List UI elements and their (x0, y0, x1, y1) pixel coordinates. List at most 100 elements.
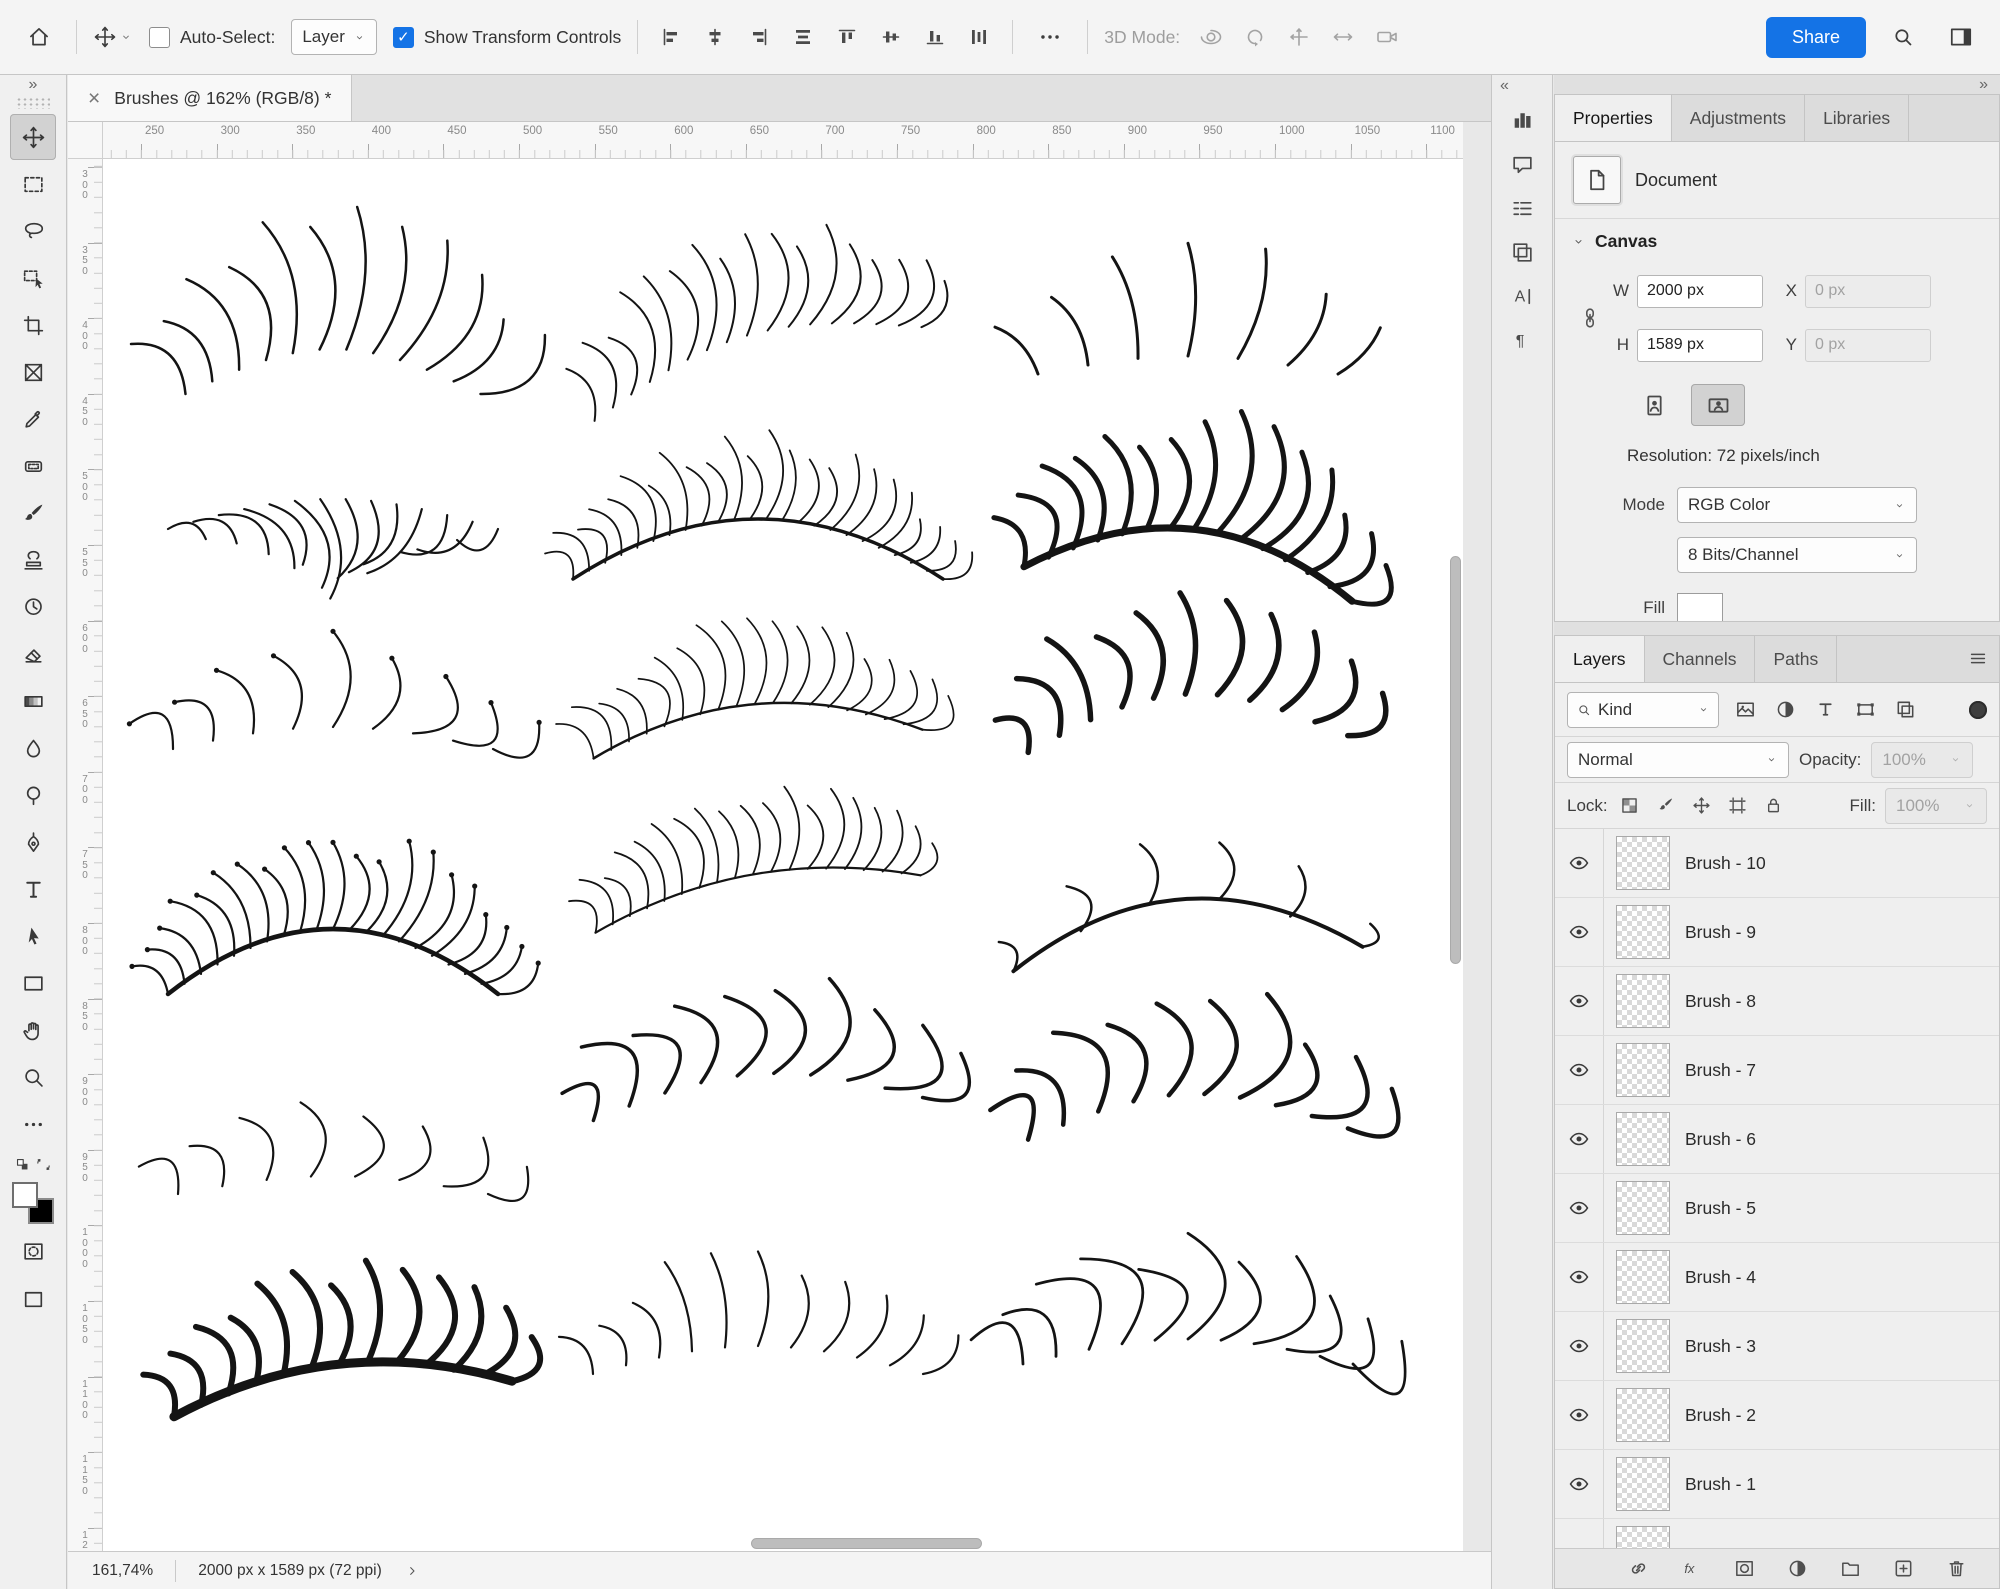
brushes-panel-icon[interactable] (1500, 187, 1544, 229)
layer-visibility-toggle[interactable] (1555, 1243, 1604, 1312)
clone-stamp-tool[interactable] (10, 537, 56, 583)
frame-tool[interactable] (10, 349, 56, 395)
show-transform-checkbox[interactable]: ✓ (392, 26, 414, 48)
layer-row[interactable]: Brush - 8 (1555, 967, 1999, 1037)
align-horizontal-centers-icon[interactable] (698, 20, 732, 54)
filter-smart-objects-icon[interactable] (1890, 696, 1920, 724)
filter-adjustment-layers-icon[interactable] (1770, 696, 1800, 724)
filter-type-layers-icon[interactable] (1810, 696, 1840, 724)
layer-name[interactable]: Brush - 4 (1670, 1267, 1756, 1288)
3d-camera-icon[interactable] (1370, 20, 1404, 54)
vertical-scrollbar-thumb[interactable] (1450, 556, 1461, 964)
zoom-level-field[interactable]: 161,74% (92, 1562, 153, 1580)
layer-row[interactable]: Brush - 5 (1555, 1174, 1999, 1244)
collapse-dock-icon[interactable]: » (1979, 76, 1988, 93)
layer-name[interactable]: Brush - 7 (1670, 1060, 1756, 1081)
opacity-dropdown[interactable]: 100% (1871, 741, 1974, 778)
clone-source-panel-icon[interactable] (1500, 231, 1544, 273)
edit-toolbar-icon[interactable] (10, 1101, 56, 1147)
ruler-origin[interactable] (68, 122, 103, 159)
lock-position-icon[interactable] (1689, 793, 1715, 819)
filter-shape-layers-icon[interactable] (1850, 696, 1880, 724)
layer-visibility-toggle[interactable] (1555, 898, 1604, 967)
canvas-x-input[interactable] (1805, 274, 1931, 308)
screen-mode-tool[interactable] (10, 1276, 56, 1322)
layer-name[interactable]: Brush - 8 (1670, 991, 1756, 1012)
horizontal-ruler[interactable]: 250 300 350 400 450 500 550 600 650 700 750 800 850 9… (103, 122, 1463, 159)
layer-name[interactable]: Brush - 5 (1670, 1198, 1756, 1219)
more-options-icon[interactable] (1029, 16, 1071, 58)
portrait-orientation-button[interactable] (1627, 384, 1681, 426)
character-panel-icon[interactable]: A (1500, 275, 1544, 317)
history-brush-tool[interactable] (10, 584, 56, 630)
delete-layer-icon[interactable] (1943, 1556, 1969, 1582)
status-options-icon[interactable] (404, 1563, 420, 1579)
fill-opacity-dropdown[interactable]: 100% (1885, 787, 1987, 824)
zoom-tool[interactable] (10, 1054, 56, 1100)
healing-brush-tool[interactable] (10, 443, 56, 489)
layer-name[interactable]: Brush - 1 (1670, 1474, 1756, 1495)
collapse-toolbar-icon[interactable]: » (29, 77, 38, 93)
layer-effects-icon[interactable]: fx (1678, 1556, 1704, 1582)
swap-colors-icon[interactable] (35, 1156, 52, 1173)
lock-image-pixels-icon[interactable] (1653, 793, 1679, 819)
layer-visibility-toggle[interactable] (1555, 1174, 1604, 1243)
layer-name[interactable]: Brush - 3 (1670, 1336, 1756, 1357)
layer-row[interactable]: Brush - 6 (1555, 1105, 1999, 1175)
filter-toggle[interactable] (1969, 700, 1987, 719)
layer-name[interactable]: Brush - 9 (1670, 922, 1756, 943)
rectangle-tool[interactable] (10, 960, 56, 1006)
3d-pan-icon[interactable] (1282, 20, 1316, 54)
properties-panel-icon[interactable] (1500, 99, 1544, 141)
dodge-tool[interactable] (10, 772, 56, 818)
canvas-width-input[interactable] (1637, 274, 1763, 308)
pen-tool[interactable] (10, 819, 56, 865)
align-left-edges-icon[interactable] (654, 20, 688, 54)
bit-depth-dropdown[interactable]: 8 Bits/Channel (1677, 537, 1917, 574)
align-right-edges-icon[interactable] (742, 20, 776, 54)
layer-thumbnail[interactable] (1616, 1319, 1670, 1374)
tab-paths[interactable]: Paths (1755, 636, 1838, 683)
fill-swatch[interactable] (1677, 592, 1723, 622)
eraser-tool[interactable] (10, 631, 56, 677)
layer-row[interactable]: Brush - 7 (1555, 1036, 1999, 1106)
link-dimensions-icon[interactable] (1569, 306, 1611, 330)
distribute-horizontal-centers-icon[interactable] (962, 20, 996, 54)
search-icon[interactable] (1882, 16, 1924, 58)
path-selection-tool[interactable] (10, 913, 56, 959)
expand-panels-icon[interactable]: « (1500, 78, 1509, 94)
layer-row[interactable]: Brush - 10 (1555, 829, 1999, 899)
layer-visibility-toggle[interactable] (1555, 1036, 1604, 1105)
layer-visibility-toggle[interactable] (1555, 1312, 1604, 1381)
layer-visibility-toggle[interactable] (1555, 1519, 1604, 1548)
layer-row[interactable] (1555, 1519, 1999, 1548)
adjustment-layer-icon[interactable] (1784, 1556, 1810, 1582)
landscape-orientation-button[interactable] (1691, 384, 1745, 427)
horizontal-scrollbar-thumb[interactable] (751, 1538, 982, 1549)
blur-tool[interactable] (10, 725, 56, 771)
tab-layers[interactable]: Layers (1555, 636, 1645, 683)
layer-row[interactable]: Brush - 2 (1555, 1381, 1999, 1451)
new-layer-icon[interactable] (1890, 1556, 1916, 1582)
layer-name[interactable]: Brush - 10 (1670, 853, 1766, 874)
3d-slide-icon[interactable] (1326, 20, 1360, 54)
lasso-tool[interactable] (10, 208, 56, 254)
crop-tool[interactable] (10, 302, 56, 348)
layer-thumbnail[interactable] (1616, 1388, 1670, 1443)
lock-artboard-icon[interactable] (1725, 793, 1751, 819)
layer-thumbnail[interactable] (1616, 1250, 1670, 1305)
layer-visibility-toggle[interactable] (1555, 1381, 1604, 1450)
tab-adjustments[interactable]: Adjustments (1672, 95, 1806, 142)
tab-libraries[interactable]: Libraries (1805, 95, 1910, 142)
layer-thumbnail[interactable] (1616, 1457, 1670, 1512)
layer-thumbnail[interactable] (1616, 836, 1670, 891)
gradient-tool[interactable] (10, 678, 56, 724)
vertical-scrollbar[interactable] (1449, 159, 1462, 1537)
auto-select-checkbox[interactable] (149, 26, 170, 48)
distribute-vertical-centers-icon[interactable] (786, 20, 820, 54)
filter-kind-dropdown[interactable]: Kind (1567, 691, 1719, 728)
3d-roll-icon[interactable] (1238, 20, 1272, 54)
layer-visibility-toggle[interactable] (1555, 1450, 1604, 1519)
layer-row[interactable]: Brush - 4 (1555, 1243, 1999, 1313)
auto-select-target-dropdown[interactable]: Layer (291, 19, 377, 55)
